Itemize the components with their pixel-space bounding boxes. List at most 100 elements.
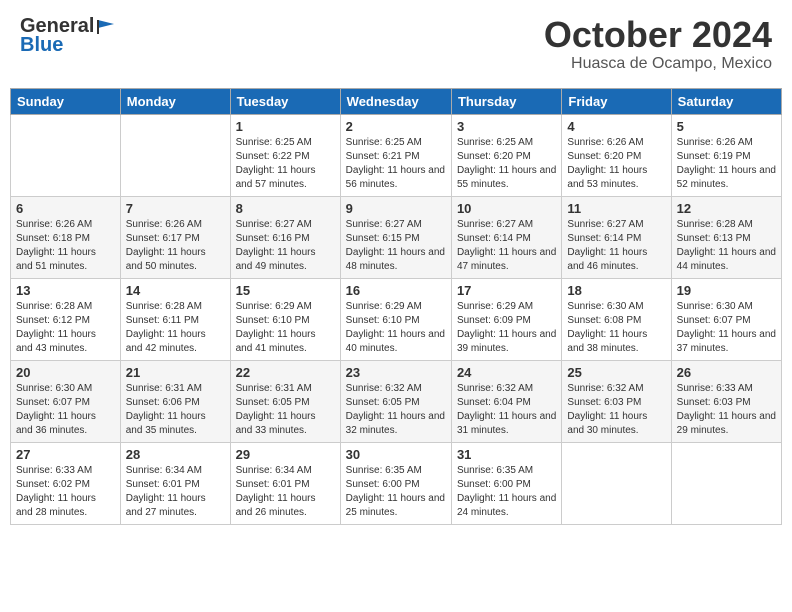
day-info: Sunrise: 6:29 AM Sunset: 6:09 PM Dayligh… [457,300,556,356]
weekday-header-wednesday: Wednesday [340,88,451,114]
day-info: Sunrise: 6:30 AM Sunset: 6:07 PM Dayligh… [677,300,776,356]
day-info: Sunrise: 6:27 AM Sunset: 6:15 PM Dayligh… [346,218,446,274]
calendar-cell: 19 Sunrise: 6:30 AM Sunset: 6:07 PM Dayli… [671,278,781,360]
day-number: 25 [567,365,665,380]
weekday-header-sunday: Sunday [11,88,121,114]
logo: General Blue [20,15,116,57]
day-number: 8 [236,201,335,216]
day-info: Sunrise: 6:25 AM Sunset: 6:20 PM Dayligh… [457,136,556,192]
day-info: Sunrise: 6:34 AM Sunset: 6:01 PM Dayligh… [126,464,225,520]
calendar-cell [562,442,671,524]
calendar-cell: 28 Sunrise: 6:34 AM Sunset: 6:01 PM Dayli… [120,442,230,524]
logo-blue: Blue [20,34,116,57]
day-number: 17 [457,283,556,298]
calendar-cell: 23Sunrise: 6:32 AM Sunset: 6:05 PM Dayli… [340,360,451,442]
day-number: 7 [126,201,225,216]
calendar-cell: 31 Sunrise: 6:35 AM Sunset: 6:00 PM Dayli… [451,442,561,524]
calendar-cell: 4 Sunrise: 6:26 AM Sunset: 6:20 PM Daylig… [562,114,671,196]
calendar-table: SundayMondayTuesdayWednesdayThursdayFrid… [10,88,782,525]
day-info: Sunrise: 6:28 AM Sunset: 6:12 PM Dayligh… [16,300,115,356]
calendar-cell: 20 Sunrise: 6:30 AM Sunset: 6:07 PM Dayli… [11,360,121,442]
day-number: 16 [346,283,446,298]
day-number: 18 [567,283,665,298]
day-number: 11 [567,201,665,216]
day-info: Sunrise: 6:35 AM Sunset: 6:00 PM Dayligh… [457,464,556,520]
day-info: Sunrise: 6:33 AM Sunset: 6:02 PM Dayligh… [16,464,115,520]
weekday-header-saturday: Saturday [671,88,781,114]
day-info: Sunrise: 6:31 AM Sunset: 6:05 PM Dayligh… [236,382,335,438]
day-info: Sunrise: 6:28 AM Sunset: 6:13 PM Dayligh… [677,218,776,274]
day-number: 4 [567,119,665,134]
weekday-header-monday: Monday [120,88,230,114]
calendar-cell: 2 Sunrise: 6:25 AM Sunset: 6:21 PM Daylig… [340,114,451,196]
day-info: Sunrise: 6:31 AM Sunset: 6:06 PM Dayligh… [126,382,225,438]
day-info: Sunrise: 6:26 AM Sunset: 6:20 PM Dayligh… [567,136,665,192]
day-info: Sunrise: 6:26 AM Sunset: 6:18 PM Dayligh… [16,218,115,274]
calendar-cell: 18 Sunrise: 6:30 AM Sunset: 6:08 PM Dayli… [562,278,671,360]
day-number: 21 [126,365,225,380]
day-number: 26 [677,365,776,380]
day-info: Sunrise: 6:32 AM Sunset: 6:04 PM Dayligh… [457,382,556,438]
day-number: 9 [346,201,446,216]
day-info: Sunrise: 6:33 AM Sunset: 6:03 PM Dayligh… [677,382,776,438]
day-info: Sunrise: 6:35 AM Sunset: 6:00 PM Dayligh… [346,464,446,520]
calendar-cell: 30 Sunrise: 6:35 AM Sunset: 6:00 PM Dayli… [340,442,451,524]
calendar-cell [11,114,121,196]
day-number: 19 [677,283,776,298]
calendar-cell: 26 Sunrise: 6:33 AM Sunset: 6:03 PM Dayli… [671,360,781,442]
day-number: 5 [677,119,776,134]
day-info: Sunrise: 6:28 AM Sunset: 6:11 PM Dayligh… [126,300,225,356]
calendar-cell: 12 Sunrise: 6:28 AM Sunset: 6:13 PM Dayli… [671,196,781,278]
day-number: 3 [457,119,556,134]
day-number: 28 [126,447,225,462]
day-number: 31 [457,447,556,462]
calendar-cell: 8 Sunrise: 6:27 AM Sunset: 6:16 PM Daylig… [230,196,340,278]
calendar-cell: 22 Sunrise: 6:31 AM Sunset: 6:05 PM Dayli… [230,360,340,442]
calendar-cell: 16 Sunrise: 6:29 AM Sunset: 6:10 PM Dayli… [340,278,451,360]
calendar-cell [120,114,230,196]
day-number: 1 [236,119,335,134]
calendar-cell: 9 Sunrise: 6:27 AM Sunset: 6:15 PM Daylig… [340,196,451,278]
day-number: 29 [236,447,335,462]
calendar-cell: 5Sunrise: 6:26 AM Sunset: 6:19 PM Daylig… [671,114,781,196]
day-number: 20 [16,365,115,380]
day-info: Sunrise: 6:29 AM Sunset: 6:10 PM Dayligh… [346,300,446,356]
day-info: Sunrise: 6:27 AM Sunset: 6:16 PM Dayligh… [236,218,335,274]
weekday-header-tuesday: Tuesday [230,88,340,114]
day-number: 12 [677,201,776,216]
day-number: 22 [236,365,335,380]
day-info: Sunrise: 6:34 AM Sunset: 6:01 PM Dayligh… [236,464,335,520]
calendar-cell: 27 Sunrise: 6:33 AM Sunset: 6:02 PM Dayli… [11,442,121,524]
calendar-cell: 15 Sunrise: 6:29 AM Sunset: 6:10 PM Dayli… [230,278,340,360]
calendar-cell: 3 Sunrise: 6:25 AM Sunset: 6:20 PM Daylig… [451,114,561,196]
day-info: Sunrise: 6:25 AM Sunset: 6:21 PM Dayligh… [346,136,446,192]
calendar-cell: 6 Sunrise: 6:26 AM Sunset: 6:18 PM Daylig… [11,196,121,278]
day-number: 30 [346,447,446,462]
day-info: Sunrise: 6:32 AM Sunset: 6:05 PM Dayligh… [346,382,446,438]
day-number: 2 [346,119,446,134]
day-number: 27 [16,447,115,462]
page-header: General Blue October 2024 Huasca de Ocam… [10,10,782,78]
weekday-header-row: SundayMondayTuesdayWednesdayThursdayFrid… [11,88,782,114]
calendar-week-row: 27 Sunrise: 6:33 AM Sunset: 6:02 PM Dayli… [11,442,782,524]
day-number: 15 [236,283,335,298]
day-number: 6 [16,201,115,216]
day-info: Sunrise: 6:26 AM Sunset: 6:17 PM Dayligh… [126,218,225,274]
day-number: 24 [457,365,556,380]
day-number: 13 [16,283,115,298]
weekday-header-friday: Friday [562,88,671,114]
month-title: October 2024 [544,15,772,55]
calendar-cell [671,442,781,524]
calendar-cell: 10 Sunrise: 6:27 AM Sunset: 6:14 PM Dayli… [451,196,561,278]
day-info: Sunrise: 6:27 AM Sunset: 6:14 PM Dayligh… [457,218,556,274]
day-info: Sunrise: 6:29 AM Sunset: 6:10 PM Dayligh… [236,300,335,356]
day-info: Sunrise: 6:30 AM Sunset: 6:08 PM Dayligh… [567,300,665,356]
day-info: Sunrise: 6:27 AM Sunset: 6:14 PM Dayligh… [567,218,665,274]
calendar-cell: 1Sunrise: 6:25 AM Sunset: 6:22 PM Daylig… [230,114,340,196]
day-number: 10 [457,201,556,216]
logo-flag-icon [96,18,116,36]
day-info: Sunrise: 6:30 AM Sunset: 6:07 PM Dayligh… [16,382,115,438]
calendar-week-row: 13 Sunrise: 6:28 AM Sunset: 6:12 PM Dayli… [11,278,782,360]
calendar-cell: 24 Sunrise: 6:32 AM Sunset: 6:04 PM Dayli… [451,360,561,442]
calendar-week-row: 6 Sunrise: 6:26 AM Sunset: 6:18 PM Daylig… [11,196,782,278]
